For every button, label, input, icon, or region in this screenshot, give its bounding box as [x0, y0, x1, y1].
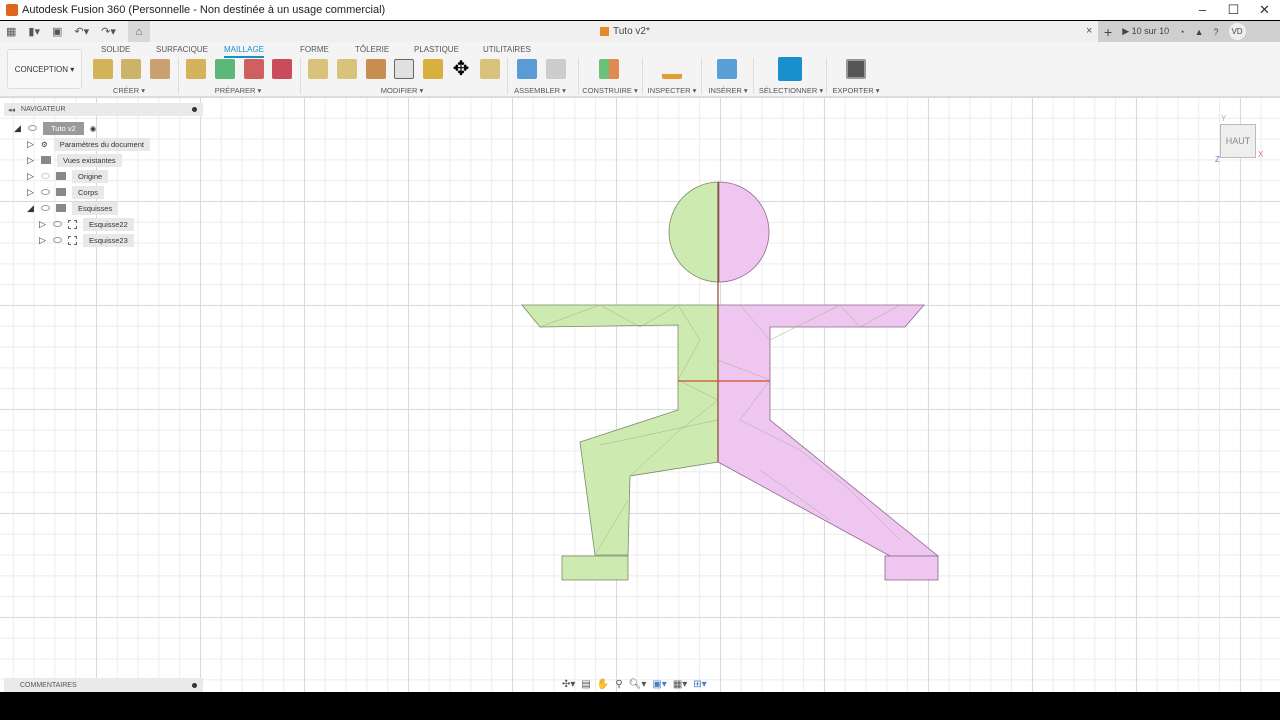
- left-half-body: [521, 304, 719, 556]
- eye-hidden-icon[interactable]: [41, 173, 50, 179]
- pan-icon[interactable]: ✋: [597, 679, 609, 690]
- folder-icon: [56, 188, 66, 196]
- tree-item-esquisses[interactable]: ◢ Esquisses: [27, 201, 119, 215]
- pin-icon[interactable]: [192, 682, 197, 688]
- right-half-head: [718, 181, 770, 283]
- navigator-title: NAVIGATEUR: [21, 106, 66, 113]
- sketch-icon: [68, 219, 77, 229]
- root-label: Tuto v2: [43, 121, 84, 135]
- tree-item-parametres[interactable]: ▷ ⚙ Paramètres du document: [27, 137, 150, 151]
- eye-icon[interactable]: [28, 125, 37, 131]
- navigation-bar: ✣▾ ▤ ✋ ⚲ 🔍︎▾ ▣▾ ▦▾ ⊞▾: [562, 679, 707, 690]
- tree-root[interactable]: ◢ Tuto v2 ◉: [14, 121, 96, 135]
- activate-icon[interactable]: ◉: [90, 124, 97, 133]
- left-half-head: [668, 181, 720, 283]
- tree-item-vues[interactable]: ▷ Vues existantes: [27, 153, 122, 167]
- orbit-icon[interactable]: ✣▾: [562, 679, 575, 690]
- zoom-icon[interactable]: ⚲: [615, 679, 622, 690]
- viewcube-face-label: HAUT: [1225, 136, 1251, 146]
- axis-z-label: Z: [1215, 155, 1220, 164]
- collapse-icon[interactable]: ◂◂: [8, 106, 15, 114]
- grid-settings-icon[interactable]: ▦▾: [673, 679, 687, 690]
- expand-icon[interactable]: ▷: [27, 171, 35, 182]
- expand-icon[interactable]: ▷: [39, 219, 47, 230]
- axis-x-label: X: [1258, 150, 1264, 159]
- eye-icon[interactable]: [53, 221, 62, 227]
- expand-icon[interactable]: ▷: [27, 155, 35, 166]
- eye-icon[interactable]: [53, 237, 62, 243]
- axis-y-label: Y: [1221, 114, 1227, 123]
- folder-icon: [41, 156, 51, 164]
- expand-icon[interactable]: ▷: [39, 235, 47, 246]
- navigator-header[interactable]: ◂◂ NAVIGATEUR: [4, 103, 203, 116]
- left-foot: [561, 555, 629, 581]
- expand-icon[interactable]: ▷: [27, 187, 35, 198]
- expanded-icon[interactable]: ◢: [27, 203, 35, 214]
- pin-icon[interactable]: [192, 107, 197, 112]
- tree-item-corps[interactable]: ▷ Corps: [27, 185, 105, 199]
- tree-item-esquisse22[interactable]: ▷ Esquisse22: [39, 217, 134, 231]
- viewports-icon[interactable]: ⊞▾: [693, 679, 706, 690]
- folder-icon: [56, 204, 66, 212]
- expand-icon[interactable]: ▷: [27, 139, 35, 150]
- sketch-icon: [68, 235, 77, 245]
- folder-icon: [56, 172, 66, 180]
- tree-item-esquisse23[interactable]: ▷ Esquisse23: [39, 233, 134, 247]
- tree-item-origine[interactable]: ▷ Origine: [27, 169, 109, 183]
- gear-icon: ⚙: [41, 139, 48, 149]
- comments-title: COMMENTAIRES: [20, 681, 77, 689]
- comments-panel[interactable]: COMMENTAIRES: [4, 678, 203, 692]
- display-settings-icon[interactable]: ▣▾: [652, 679, 666, 690]
- viewcube[interactable]: HAUT: [1220, 124, 1256, 158]
- eye-icon[interactable]: [41, 205, 50, 211]
- zoom-window-icon[interactable]: 🔍︎▾: [629, 679, 647, 690]
- expanded-icon[interactable]: ◢: [14, 123, 22, 134]
- look-at-icon[interactable]: ▤: [581, 679, 590, 690]
- eye-icon[interactable]: [41, 189, 50, 195]
- right-foot: [884, 555, 939, 581]
